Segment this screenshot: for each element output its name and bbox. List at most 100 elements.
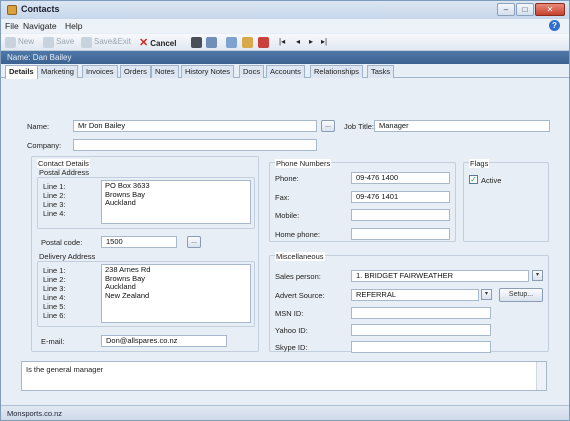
advert-source-select[interactable]: REFERRAL [351, 289, 479, 301]
postal-address-field[interactable]: PO Box 3633 Browns Bay Auckland [101, 180, 251, 224]
contacts-app-icon [7, 5, 17, 15]
contacts-window: Contacts – □ ✕ File Navigate Help ? New … [0, 0, 570, 421]
advert-source-label: Advert Source: [275, 291, 325, 300]
delivery-line-3-label: Line 3: [43, 284, 66, 293]
close-button[interactable]: ✕ [535, 3, 565, 16]
company-field[interactable] [73, 139, 317, 151]
skype-id-label: Skype ID: [275, 343, 308, 352]
record-name-bar: Name: Dan Bailey [1, 51, 569, 64]
new-icon [5, 37, 16, 48]
menu-navigate[interactable]: Navigate [23, 21, 57, 31]
postal-code-lookup-button[interactable]: ... [187, 236, 201, 248]
setup-button[interactable]: Setup... [499, 288, 543, 302]
tab-strip: Details Marketing Invoices Orders Notes … [1, 65, 569, 79]
email-icon[interactable] [226, 37, 237, 48]
delivery-line-4-label: Line 4: [43, 293, 66, 302]
delivery-line-6-label: Line 6: [43, 311, 66, 320]
job-title-label: Job Title: [344, 122, 375, 131]
minimize-button[interactable]: – [497, 3, 515, 16]
company-label: Company: [27, 141, 62, 150]
postal-line-1-label: Line 1: [43, 182, 66, 191]
sales-person-dropdown-icon[interactable]: ▾ [532, 270, 543, 281]
delivery-line-1-label: Line 1: [43, 266, 66, 275]
tab-tasks[interactable]: Tasks [367, 65, 395, 78]
tab-details[interactable]: Details [5, 65, 38, 79]
delivery-address-text: 238 Arnes Rd Browns Bay Auckland New Zea… [105, 265, 151, 300]
fax-label: Fax: [275, 193, 290, 202]
mobile-label: Mobile: [275, 211, 300, 220]
postal-line-4-label: Line 4: [43, 209, 66, 218]
home-phone-field[interactable] [351, 228, 450, 240]
save-exit-button[interactable]: Save&Exit [94, 37, 131, 46]
delivery-address-label: Delivery Address [39, 252, 96, 261]
delivery-address-field[interactable]: 238 Arnes Rd Browns Bay Auckland New Zea… [101, 264, 251, 323]
active-checkbox[interactable]: ✓ [469, 175, 478, 184]
flags-label: Flags [469, 159, 490, 168]
nav-first-button[interactable]: |◂ [279, 37, 285, 46]
advert-source-dropdown-icon[interactable]: ▾ [481, 289, 492, 300]
nav-last-button[interactable]: ▸| [321, 37, 327, 46]
nav-prev-button[interactable]: ◂ [296, 37, 300, 46]
delivery-line-5-label: Line 5: [43, 302, 66, 311]
fax-field[interactable]: 09-476 1401 [351, 191, 450, 203]
nav-next-button[interactable]: ▸ [309, 37, 313, 46]
menu-help[interactable]: Help [65, 21, 82, 31]
delete-icon[interactable] [191, 37, 202, 48]
yahoo-id-field[interactable] [351, 324, 491, 336]
tab-invoices[interactable]: Invoices [82, 65, 118, 78]
msn-id-field[interactable] [351, 307, 491, 319]
tab-accounts[interactable]: Accounts [266, 65, 305, 78]
save-button[interactable]: Save [56, 37, 74, 46]
active-label: Active [481, 176, 502, 185]
tab-docs[interactable]: Docs [239, 65, 265, 78]
record-name: Name: Dan Bailey [7, 53, 72, 62]
new-button[interactable]: New [18, 37, 34, 46]
postal-line-3-label: Line 3: [43, 200, 66, 209]
status-text: Monsports.co.nz [7, 409, 63, 418]
name-field[interactable]: Mr Don Bailey [73, 120, 317, 132]
print-icon[interactable] [206, 37, 217, 48]
skype-id-field[interactable] [351, 341, 491, 353]
maximize-button[interactable]: □ [516, 3, 534, 16]
email-field[interactable]: Don@allspares.co.nz [101, 335, 227, 347]
save-icon [43, 37, 54, 48]
attach-icon[interactable] [242, 37, 253, 48]
status-bar: Monsports.co.nz [1, 405, 569, 420]
postal-address-text: PO Box 3633 Browns Bay Auckland [105, 181, 150, 208]
help-icon[interactable]: ? [549, 20, 560, 31]
cancel-icon: ✕ [139, 37, 149, 49]
phone-numbers-label: Phone Numbers [275, 159, 332, 168]
name-label: Name: [27, 122, 50, 131]
notes-scrollbar[interactable] [536, 362, 546, 390]
window-title: Contacts [21, 4, 60, 14]
home-phone-label: Home phone: [275, 230, 321, 239]
job-title-field[interactable]: Manager [374, 120, 550, 132]
phone-field[interactable]: 09-476 1400 [351, 172, 450, 184]
menu-file[interactable]: File [5, 21, 19, 31]
tab-marketing[interactable]: Marketing [37, 65, 78, 78]
sales-person-label: Sales person: [275, 272, 321, 281]
postal-line-2-label: Line 2: [43, 191, 66, 200]
mobile-field[interactable] [351, 209, 450, 221]
yahoo-id-label: Yahoo ID: [275, 326, 308, 335]
tab-notes[interactable]: Notes [151, 65, 179, 78]
email-label: E-mail: [41, 337, 65, 346]
cancel-label: Cancel [150, 39, 177, 48]
contact-details-label: Contact Details [37, 159, 90, 168]
save-exit-icon [81, 37, 92, 48]
postal-address-label: Postal Address [39, 168, 90, 177]
tab-relationships[interactable]: Relationships [310, 65, 364, 78]
postal-code-label: Postal code: [41, 238, 83, 247]
tab-history-notes[interactable]: History Notes [181, 65, 235, 78]
postal-code-field[interactable]: 1500 [101, 236, 177, 248]
notes-text: Is the general manager [26, 365, 104, 374]
delivery-line-2-label: Line 2: [43, 275, 66, 284]
sales-person-select[interactable]: 1. BRIDGET FAIRWEATHER [351, 270, 529, 282]
report-icon[interactable] [258, 37, 269, 48]
notes-field[interactable]: Is the general manager [21, 361, 547, 391]
flags-group [463, 162, 549, 242]
menu-bar: File Navigate Help [1, 19, 569, 33]
cancel-button[interactable]: ✕ Cancel [139, 36, 176, 49]
name-lookup-button[interactable]: ... [321, 120, 335, 132]
tab-orders[interactable]: Orders [120, 65, 151, 78]
